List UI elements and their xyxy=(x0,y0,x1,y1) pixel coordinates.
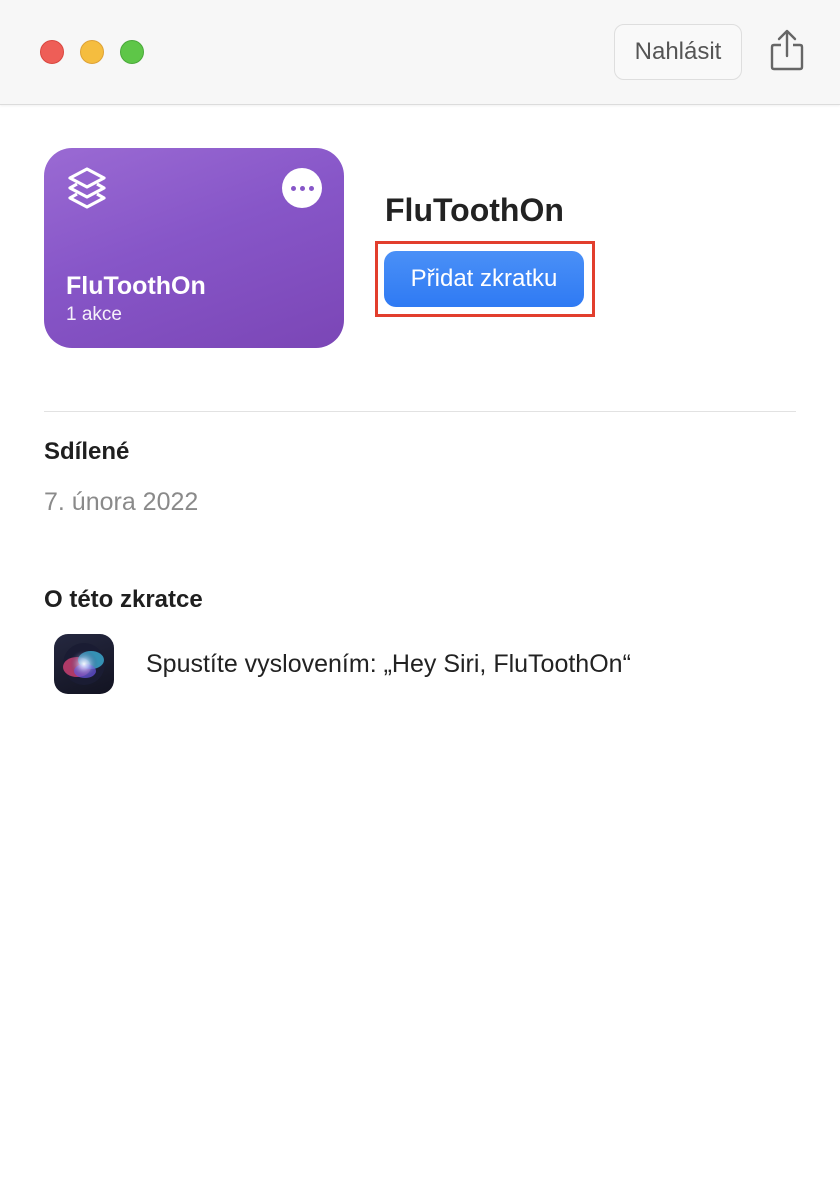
zoom-window-button[interactable] xyxy=(120,40,144,64)
about-heading: O této zkratce xyxy=(44,586,203,613)
divider xyxy=(44,411,796,412)
shortcut-title: FluToothOn xyxy=(385,192,564,228)
shortcuts-logo-icon xyxy=(68,167,106,209)
title-bar: Nahlásit xyxy=(0,0,840,105)
more-options-icon[interactable] xyxy=(282,168,322,208)
minimize-window-button[interactable] xyxy=(80,40,104,64)
close-window-button[interactable] xyxy=(40,40,64,64)
report-button[interactable]: Nahlásit xyxy=(614,24,742,80)
share-icon[interactable] xyxy=(766,28,808,72)
siri-icon xyxy=(54,634,114,694)
shortcut-card[interactable]: FluToothOn 1 akce xyxy=(44,148,344,348)
siri-phrase: Spustíte vyslovením: „Hey Siri, FluTooth… xyxy=(146,650,631,678)
shared-heading: Sdílené xyxy=(44,438,130,465)
card-action-count: 1 akce xyxy=(66,304,122,325)
shared-date: 7. února 2022 xyxy=(44,488,199,516)
add-shortcut-button[interactable]: Přidat zkratku xyxy=(384,251,584,307)
card-title: FluToothOn xyxy=(66,272,206,300)
